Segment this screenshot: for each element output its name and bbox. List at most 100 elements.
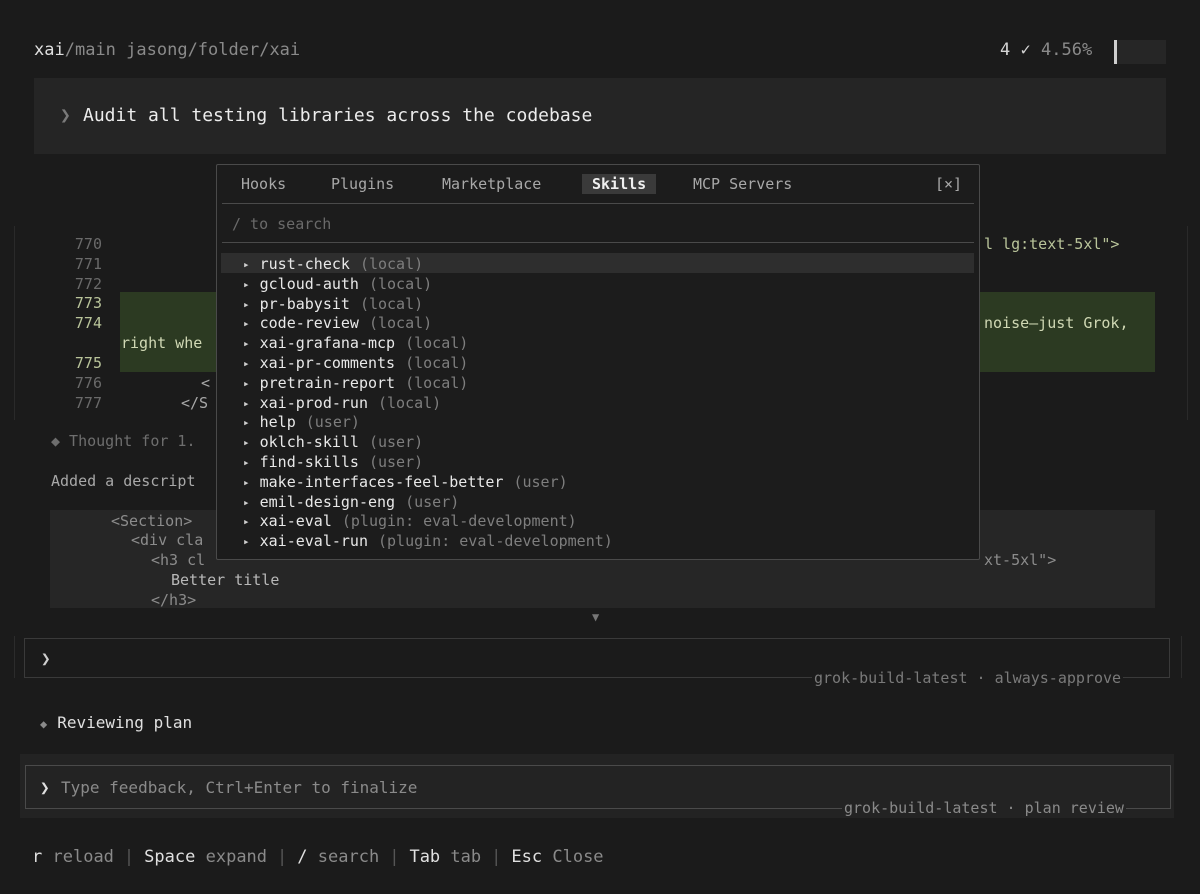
skill-item[interactable]: ▸ oklch-skill (user) [243, 433, 423, 451]
skill-item[interactable]: ▸ pr-babysit (local) [243, 295, 423, 313]
skill-item[interactable]: ▸ gcloud-auth (local) [243, 275, 432, 293]
skill-name: pretrain-report [259, 373, 396, 392]
code-fragment: < [201, 374, 211, 392]
code-fragment: l lg:text-5xl"> [984, 235, 1120, 253]
search-input[interactable]: / to search [232, 215, 331, 233]
code-fragment: </S [181, 394, 209, 412]
line-number: 775 [74, 354, 102, 372]
tab-plugins[interactable]: Plugins [331, 175, 394, 193]
line-number: 776 [74, 374, 102, 392]
skill-name: pr-babysit [259, 294, 350, 313]
skill-source: (local) [378, 393, 442, 412]
context-percent: 4.56% [1041, 40, 1093, 60]
snippet-line: <h3 cl [151, 551, 206, 569]
skill-source: (local) [405, 354, 469, 372]
skill-name: oklch-skill [259, 433, 359, 452]
skill-item[interactable]: ▸ find-skills (user) [243, 453, 423, 471]
skill-source: (user) [405, 492, 460, 511]
skill-item[interactable]: ▸ xai-prod-run (local) [243, 394, 441, 412]
diamond-icon: ◆ [40, 717, 48, 731]
skill-name: code-review [259, 314, 359, 333]
prompt-chevron-icon: ❯ [60, 105, 71, 126]
key-reload: r [32, 847, 43, 867]
usage-meter [1114, 40, 1166, 64]
skill-name: xai-pr-comments [259, 354, 396, 372]
expand-triangle-icon: ▸ [243, 376, 250, 390]
expand-triangle-icon: ▸ [243, 337, 250, 351]
skill-source: (local) [368, 274, 433, 293]
skill-name: rust-check [259, 255, 350, 273]
thought-duration: ◆ Thought for 1. [51, 432, 196, 450]
skill-source: (plugin: eval-development) [341, 512, 577, 531]
skill-item[interactable]: ▸ make-interfaces-feel-better (user) [243, 473, 568, 491]
skill-item[interactable]: ▸ pretrain-report (local) [243, 374, 468, 392]
key-esc: Esc [511, 847, 543, 867]
key-space: Space [144, 847, 196, 867]
branch-name: /main [64, 40, 116, 60]
skill-name: xai-eval [259, 512, 332, 531]
line-number: 772 [74, 275, 102, 293]
expand-triangle-icon: ▸ [243, 396, 250, 410]
skill-name: xai-prod-run [259, 393, 368, 412]
scroll-down-icon[interactable]: ▼ [592, 610, 599, 624]
skill-source: (local) [405, 334, 469, 353]
assistant-message: Added a descript [51, 472, 196, 490]
skill-item[interactable]: ▸ xai-eval (plugin: eval-development) [243, 512, 577, 530]
skill-source: (plugin: eval-development) [378, 532, 613, 551]
skill-source: (local) [405, 373, 469, 392]
skill-name: xai-eval-run [259, 532, 368, 551]
expand-triangle-icon: ▸ [243, 357, 250, 370]
snippet-line: <div cla [131, 531, 204, 549]
skill-source: (local) [368, 314, 433, 333]
status-line: ◆ Reviewing plan [40, 713, 192, 732]
key-desc[interactable]: tab [450, 847, 481, 867]
feedback-placeholder[interactable]: Type feedback, Ctrl+Enter to finalize [61, 778, 417, 797]
repo-name: xai [34, 40, 65, 60]
tab-skills[interactable]: Skills [582, 174, 657, 194]
divider [222, 203, 974, 204]
skill-name: xai-grafana-mcp [259, 334, 396, 353]
task-count: 4 [1000, 40, 1011, 60]
skill-item[interactable]: ▸ xai-eval-run (plugin: eval-development) [243, 532, 613, 550]
model-mode-label: grok-build-latest · always-approve [812, 669, 1124, 687]
input-chevron-icon: ❯ [41, 649, 51, 668]
skill-source: (local) [359, 294, 424, 313]
skill-name: make-interfaces-feel-better [259, 472, 504, 491]
skill-item[interactable]: ▸ code-review (local) [243, 314, 432, 332]
skill-item[interactable]: ▸ help (user) [243, 413, 360, 431]
skill-item[interactable]: ▸ xai-pr-comments (local) [243, 354, 468, 372]
skill-item[interactable]: ▸ rust-check (local) [243, 255, 423, 273]
tab-mcp-servers[interactable]: MCP Servers [693, 175, 792, 193]
skill-item[interactable]: ▸ emil-design-eng (user) [243, 493, 459, 511]
line-number: 774 [74, 314, 102, 332]
expand-triangle-icon: ▸ [243, 416, 250, 430]
key-desc[interactable]: reload [53, 847, 114, 867]
expand-triangle-icon: ▸ [243, 317, 250, 331]
expand-triangle-icon: ▸ [243, 475, 250, 489]
usage-meter-fill [1114, 40, 1117, 64]
skill-name: gcloud-auth [259, 274, 359, 293]
snippet-line: xt-5xl"> [984, 551, 1057, 569]
repo-path: xai/main jasong/folder/xai [34, 40, 300, 60]
key-search: / [297, 847, 308, 867]
tab-hooks[interactable]: Hooks [241, 175, 286, 193]
key-desc[interactable]: search [318, 847, 379, 867]
skill-name: emil-design-eng [259, 492, 396, 511]
status-counter: 4 ✓ 4.56% [1000, 40, 1092, 60]
line-number: 771 [74, 255, 102, 273]
snippet-line: Better title [171, 571, 280, 589]
user-prompt-text: Audit all testing libraries across the c… [83, 105, 593, 126]
skill-name: help [259, 413, 296, 432]
skill-name: find-skills [259, 453, 359, 471]
close-button[interactable]: [×] [935, 175, 962, 193]
skill-source: (local) [359, 255, 424, 273]
keybinding-footer: r reload | Space expand | / search | Tab tab | E… [32, 847, 604, 867]
key-desc[interactable]: Close [552, 847, 603, 867]
key-tab: Tab [409, 847, 441, 867]
expand-triangle-icon: ▸ [243, 456, 250, 469]
key-desc[interactable]: expand [206, 847, 267, 867]
expand-triangle-icon: ▸ [243, 436, 250, 450]
skill-item[interactable]: ▸ xai-grafana-mcp (local) [243, 334, 468, 352]
tab-marketplace[interactable]: Marketplace [442, 175, 541, 193]
feedback-chevron-icon: ❯ [40, 778, 50, 797]
